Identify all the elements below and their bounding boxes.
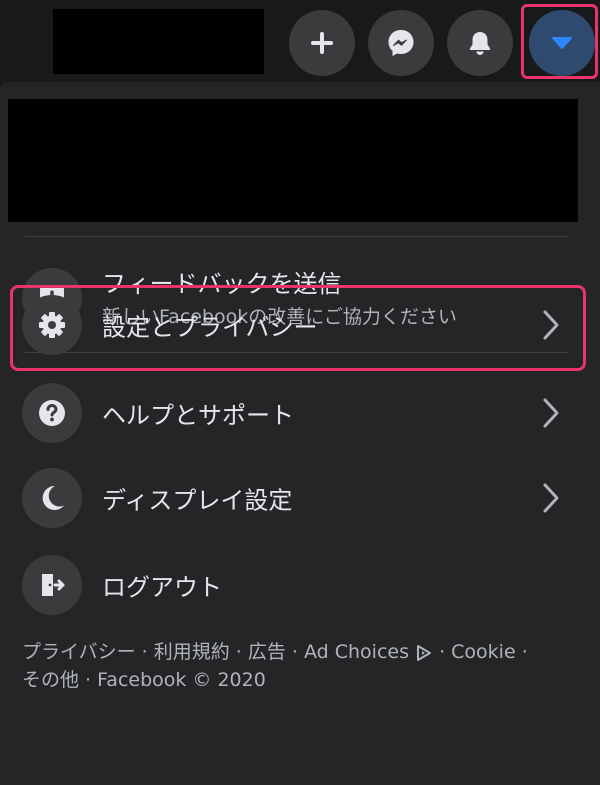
messenger-icon	[388, 30, 414, 56]
display-settings-item[interactable]: ディスプレイ設定	[12, 458, 584, 538]
highlight-box-account-button	[521, 4, 598, 79]
help-and-support-item[interactable]: ヘルプとサポート	[12, 373, 584, 453]
divider	[25, 236, 568, 237]
help-label: ヘルプとサポート	[102, 401, 294, 430]
footer-cookie-text[interactable]: · Cookie ·	[433, 641, 528, 663]
chevron-right-icon	[543, 398, 559, 428]
question-icon	[39, 400, 65, 426]
redacted-area	[53, 9, 264, 74]
display-label: ディスプレイ設定	[102, 486, 293, 515]
bell-icon	[469, 32, 491, 55]
chevron-right-icon	[543, 483, 559, 513]
create-button[interactable]	[289, 10, 355, 76]
footer-links: プライバシー · 利用規約 · 広告 · Ad Choices · Cookie…	[22, 638, 582, 694]
footer-links-text[interactable]: プライバシー · 利用規約 · 広告 · Ad Choices	[22, 641, 409, 663]
display-icon-circle	[22, 468, 82, 528]
logout-icon	[42, 574, 65, 596]
ad-choices-icon[interactable]	[415, 644, 433, 662]
footer-line-2[interactable]: その他 · Facebook © 2020	[22, 666, 582, 694]
help-icon-circle	[22, 383, 82, 443]
top-navigation-bar	[0, 0, 600, 82]
plus-icon	[311, 32, 333, 54]
logout-icon-circle	[22, 555, 82, 615]
footer-line-1: プライバシー · 利用規約 · 広告 · Ad Choices · Cookie…	[22, 638, 582, 666]
highlight-box-settings	[10, 285, 586, 371]
logout-item[interactable]: ログアウト	[12, 545, 584, 625]
notifications-button[interactable]	[447, 10, 513, 76]
moon-icon	[42, 485, 64, 510]
messenger-button[interactable]	[368, 10, 434, 76]
redacted-profile-area	[8, 99, 578, 222]
logout-label: ログアウト	[102, 573, 222, 602]
